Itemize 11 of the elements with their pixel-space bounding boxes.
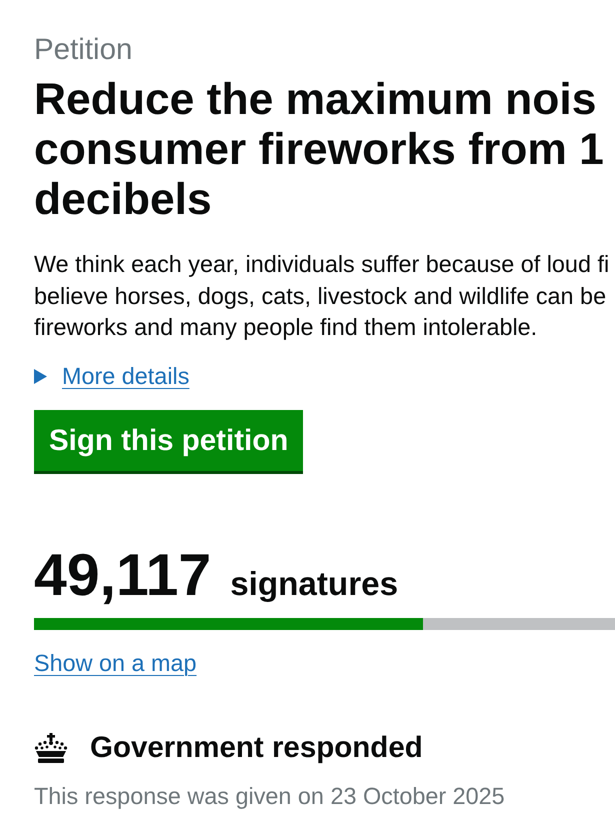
signature-count: 49,117	[34, 544, 212, 606]
crown-icon	[34, 732, 68, 762]
response-date: This response was given on 23 October 2025	[34, 782, 505, 811]
more-details-toggle[interactable]: More details	[34, 360, 190, 392]
response-heading: Government responded	[90, 730, 423, 766]
sign-petition-button[interactable]: Sign this petition	[34, 410, 304, 474]
show-on-map-link[interactable]: Show on a map	[34, 648, 197, 680]
signatures-label: signatures	[230, 565, 398, 605]
petition-summary: We think each year, individuals suffer because of loud fi believe horses, dogs, cats, livestock and wildlife can be fireworks and many people find them intolerable.	[34, 250, 610, 342]
page-caption: Petition	[34, 33, 132, 67]
petition-title: Reduce the maximum nois consumer fireworks from 1 decibels	[34, 75, 604, 225]
